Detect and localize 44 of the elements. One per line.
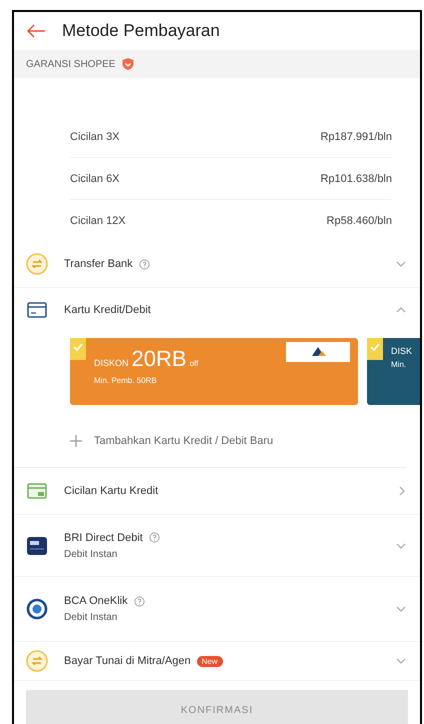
installment-amount: Rp101.638/bln xyxy=(320,172,392,184)
chevron-down-icon[interactable] xyxy=(396,542,406,550)
voucher-suffix: off xyxy=(190,359,198,368)
method-name[interactable]: Bayar Tunai di Mitra/Agen xyxy=(64,655,191,667)
help-icon[interactable] xyxy=(138,258,150,270)
installment-label[interactable]: Cicilan 3X xyxy=(70,130,120,142)
installment-label[interactable]: Cicilan 6X xyxy=(70,172,120,184)
voucher-tag-icon xyxy=(367,338,383,360)
page-title: Metode Pembayaran xyxy=(62,21,220,41)
installment-amount: Rp58.460/bln xyxy=(326,214,392,226)
chevron-right-icon[interactable] xyxy=(399,486,406,496)
shield-icon xyxy=(121,57,136,71)
new-badge: New xyxy=(196,656,223,666)
back-arrow-icon[interactable] xyxy=(26,24,46,38)
method-name[interactable]: BRI Direct Debit xyxy=(64,532,143,544)
method-name[interactable]: Kartu Kredit/Debit xyxy=(64,304,151,316)
plus-icon xyxy=(70,435,82,447)
help-icon[interactable] xyxy=(148,532,160,543)
chevron-down-icon[interactable] xyxy=(396,605,406,613)
voucher-label: DISKON xyxy=(94,358,129,368)
method-subtitle: Debit Instan xyxy=(64,612,118,623)
method-name[interactable]: BCA OneKlik xyxy=(64,595,128,607)
voucher-card[interactable]: DISK Min. xyxy=(367,338,420,405)
voucher-tag-icon xyxy=(70,338,86,360)
installment-amount: Rp187.991/bln xyxy=(320,130,392,142)
voucher-minimum: Min. Pemb. 50RB xyxy=(94,376,158,385)
guarantee-label: GARANSI SHOPEE xyxy=(26,58,116,70)
exchange-icon xyxy=(26,253,48,275)
chevron-down-icon[interactable] xyxy=(396,657,406,665)
help-icon[interactable] xyxy=(134,596,145,606)
installment-label[interactable]: Cicilan 12X xyxy=(70,214,126,226)
method-name[interactable]: Cicilan Kartu Kredit xyxy=(64,485,158,497)
logo-icon xyxy=(286,342,350,362)
bank-icon xyxy=(26,534,48,556)
chevron-up-icon[interactable] xyxy=(396,306,406,314)
method-subtitle: Debit Instan xyxy=(64,548,118,560)
voucher-label: DISK xyxy=(391,346,412,356)
ring-icon xyxy=(26,598,48,620)
voucher-amount: 20RB xyxy=(132,346,187,372)
card-icon xyxy=(26,299,48,321)
method-name[interactable]: Transfer Bank xyxy=(64,258,133,270)
exchange-icon xyxy=(26,650,48,672)
voucher-minimum: Min. xyxy=(391,360,408,369)
chevron-down-icon[interactable] xyxy=(396,260,406,268)
